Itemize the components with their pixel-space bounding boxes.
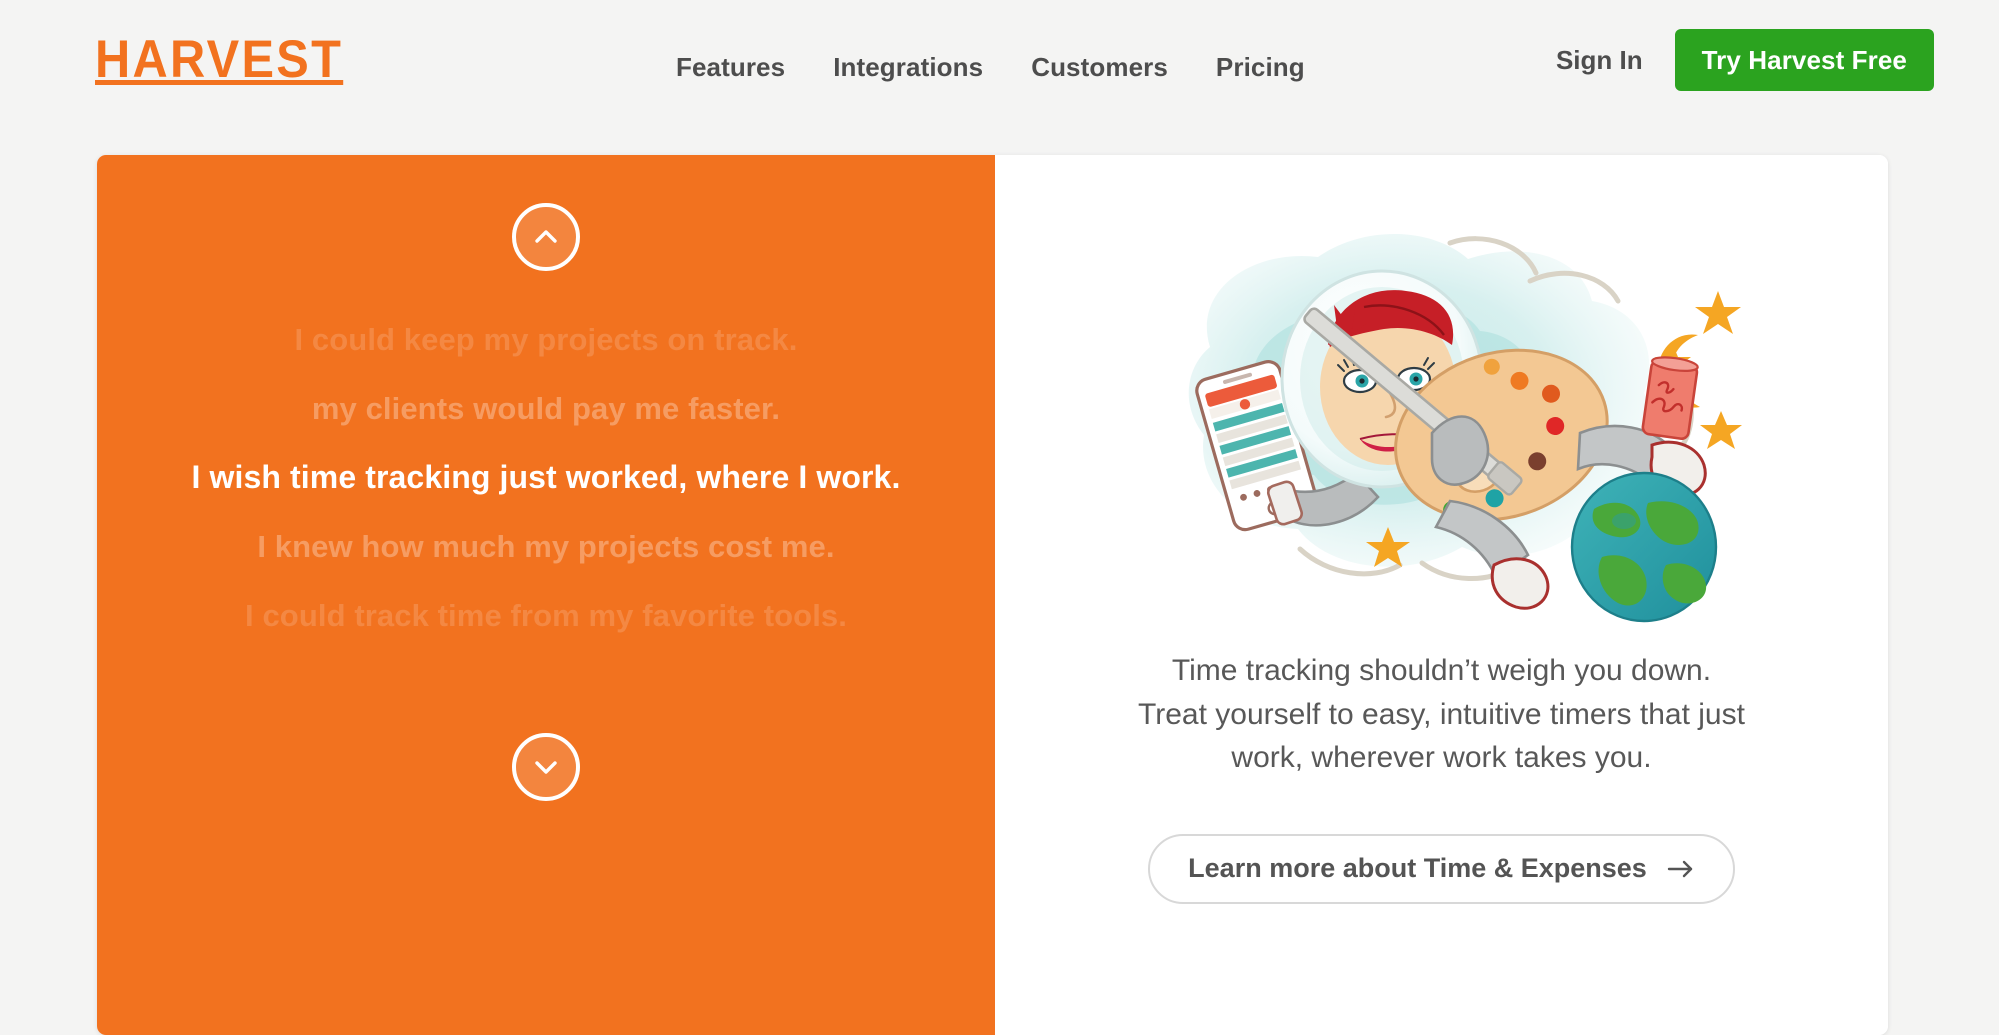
chevron-up-icon bbox=[529, 220, 563, 254]
brand-logo[interactable]: HARVEST bbox=[95, 33, 343, 86]
hero-card: I could keep my projects on track. my cl… bbox=[97, 155, 1888, 1035]
try-harvest-free-button[interactable]: Try Harvest Free bbox=[1674, 29, 1934, 91]
nav-link-features[interactable]: Features bbox=[676, 52, 785, 83]
site-header: HARVEST Features Integrations Customers … bbox=[0, 0, 1999, 155]
nav-link-integrations[interactable]: Integrations bbox=[833, 52, 983, 83]
sign-in-link[interactable]: Sign In bbox=[1556, 45, 1643, 76]
wish-list: I could keep my projects on track. my cl… bbox=[97, 305, 995, 650]
wish-item[interactable]: I could keep my projects on track. bbox=[97, 305, 995, 374]
astronaut-artist-illustration bbox=[1132, 197, 1752, 637]
learn-more-label: Learn more about Time & Expenses bbox=[1188, 853, 1647, 883]
nav-link-pricing[interactable]: Pricing bbox=[1216, 52, 1305, 83]
wish-panel: I could keep my projects on track. my cl… bbox=[97, 155, 995, 1035]
chevron-down-icon bbox=[529, 750, 563, 784]
wish-item[interactable]: I knew how much my projects cost me. bbox=[97, 512, 995, 581]
feature-copy-line: work, wherever work takes you. bbox=[1231, 741, 1652, 774]
feature-panel: Time tracking shouldn’t weigh you down. … bbox=[995, 155, 1888, 1035]
feature-description: Time tracking shouldn’t weigh you down. … bbox=[1122, 649, 1762, 780]
feature-copy-line: Treat yourself to easy, intuitive timers… bbox=[1138, 697, 1745, 731]
wish-scroll-down-button[interactable] bbox=[512, 733, 580, 801]
nav-link-customers[interactable]: Customers bbox=[1031, 52, 1168, 83]
learn-more-button[interactable]: Learn more about Time & Expenses bbox=[1148, 833, 1735, 904]
auth-actions: Sign In Try Harvest Free bbox=[1556, 29, 1934, 91]
wish-item[interactable]: my clients would pay me faster. bbox=[97, 374, 995, 443]
primary-nav: Features Integrations Customers Pricing bbox=[676, 52, 1305, 83]
arrow-right-icon bbox=[1667, 859, 1695, 879]
feature-copy-line: Time tracking shouldn’t weigh you down. bbox=[1171, 654, 1712, 687]
wish-item[interactable]: I could track time from my favorite tool… bbox=[97, 581, 995, 650]
wish-scroll-up-button[interactable] bbox=[512, 203, 580, 271]
wish-item-active[interactable]: I wish time tracking just worked, where … bbox=[97, 443, 995, 512]
